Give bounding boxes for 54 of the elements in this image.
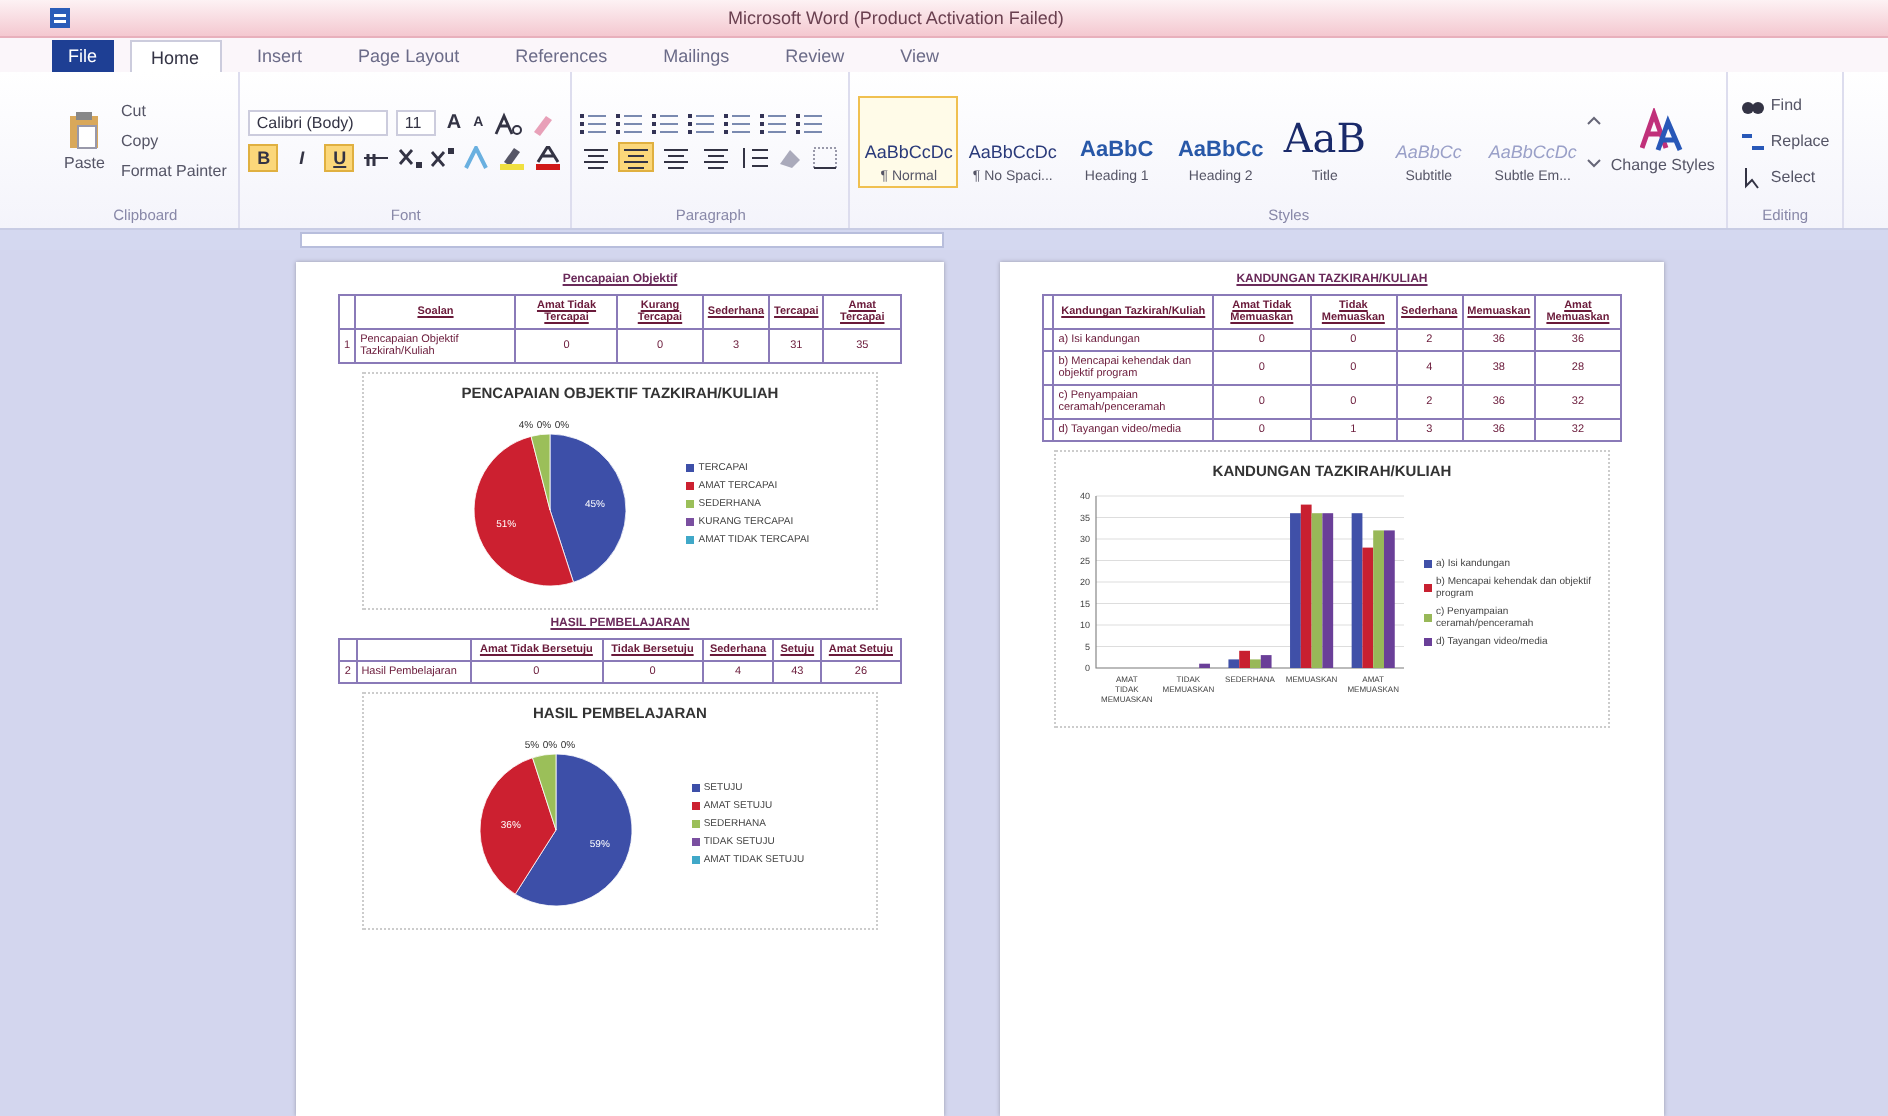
legend-swatch bbox=[686, 536, 695, 544]
legend-swatch bbox=[1424, 583, 1432, 591]
styles-icon bbox=[1640, 108, 1685, 152]
clipboard-icon bbox=[68, 110, 101, 150]
bullets-icon[interactable] bbox=[580, 112, 609, 136]
grow-font-button[interactable]: A bbox=[444, 112, 464, 134]
subscript-icon[interactable] bbox=[398, 146, 423, 170]
superscript-icon[interactable] bbox=[430, 146, 455, 170]
cursor-icon bbox=[1740, 165, 1765, 189]
align-icon[interactable] bbox=[580, 144, 613, 170]
legend-swatch bbox=[686, 500, 695, 508]
highlighter-icon[interactable] bbox=[498, 146, 527, 170]
legend-swatch bbox=[686, 518, 695, 526]
borders-icon[interactable] bbox=[812, 145, 841, 169]
editing-button[interactable]: Find bbox=[1736, 91, 1834, 119]
legend-swatch bbox=[691, 784, 700, 792]
legend-swatch bbox=[691, 802, 700, 810]
align-icon[interactable] bbox=[700, 144, 733, 170]
legend-swatch bbox=[1424, 637, 1432, 645]
legend-swatch bbox=[691, 820, 700, 828]
font-name-field[interactable]: Calibri (Body) bbox=[248, 110, 389, 136]
format-toggle[interactable]: I bbox=[286, 144, 317, 172]
editing-button[interactable]: Select bbox=[1736, 163, 1834, 191]
legend-swatch bbox=[691, 838, 700, 846]
ribbon-tab[interactable]: Review bbox=[765, 40, 865, 72]
paste-button[interactable]: Paste bbox=[60, 108, 109, 174]
clipboard-button[interactable]: Format Painter bbox=[116, 160, 231, 182]
legend-swatch bbox=[1424, 613, 1432, 621]
clipboard-button[interactable]: Cut bbox=[116, 100, 231, 122]
format-toggle[interactable]: B bbox=[248, 144, 279, 172]
ribbon-tab[interactable]: References bbox=[495, 40, 628, 72]
ribbon-tab[interactable]: Home bbox=[129, 40, 222, 72]
window-title: Microsoft Word (Product Activation Failed) bbox=[728, 8, 1064, 28]
ribbon-tab[interactable]: Mailings bbox=[643, 40, 750, 72]
ribbon-tab[interactable]: View bbox=[880, 40, 960, 72]
font-color-icon[interactable] bbox=[534, 146, 563, 170]
bar bbox=[1199, 663, 1210, 668]
line-spacing-icon[interactable] bbox=[740, 145, 769, 169]
ribbon-tab[interactable]: Page Layout bbox=[338, 40, 480, 72]
word-icon[interactable] bbox=[48, 6, 72, 30]
ribbon-tab[interactable]: Insert bbox=[237, 40, 323, 72]
legend-swatch bbox=[1424, 559, 1432, 567]
clipboard-button[interactable]: Copy bbox=[116, 130, 231, 152]
legend-swatch bbox=[686, 482, 695, 490]
align-icon[interactable] bbox=[660, 144, 693, 170]
align-icon[interactable] bbox=[620, 144, 653, 170]
change-case-icon[interactable] bbox=[493, 111, 522, 135]
legend-swatch bbox=[686, 464, 695, 472]
editing-button[interactable]: Replace bbox=[1736, 127, 1834, 155]
legend-swatch bbox=[691, 856, 700, 864]
file-tab[interactable]: File bbox=[52, 40, 114, 72]
format-toggle[interactable]: U bbox=[324, 144, 355, 172]
change-styles-button[interactable]: Change Styles bbox=[1606, 106, 1719, 176]
font-size-field[interactable]: 11 bbox=[396, 110, 437, 136]
